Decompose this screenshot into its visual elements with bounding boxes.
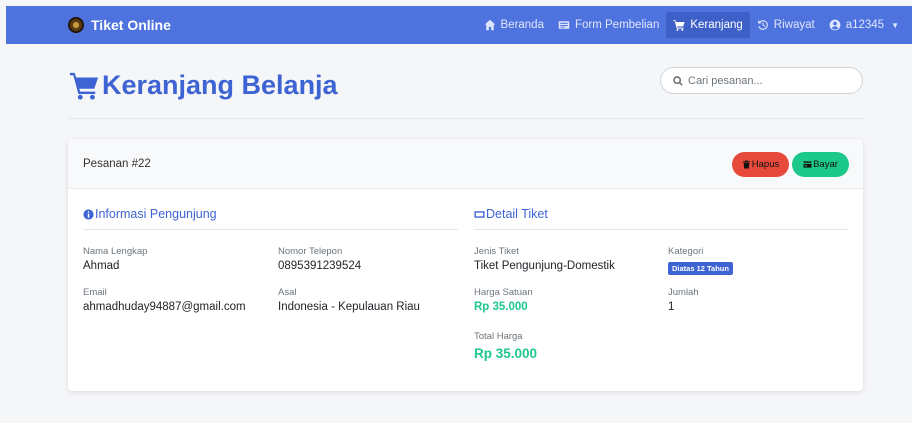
ticket-section-label: Detail Tiket: [486, 207, 548, 221]
field-value: Indonesia - Kepulauan Riau: [278, 301, 420, 313]
brand-title: Tiket Online: [91, 17, 171, 33]
field-value: ahmadhuday94887@gmail.com: [83, 301, 246, 313]
nav-links: Beranda Form Pembelian Keranjang Riwayat…: [477, 6, 907, 44]
info-circle-icon: [83, 208, 94, 220]
pay-button[interactable]: Bayar: [792, 152, 849, 177]
search-icon: [673, 75, 683, 86]
section-divider: [83, 229, 458, 230]
search-input[interactable]: [688, 74, 848, 87]
page-title-text: Keranjang Belanja: [102, 69, 338, 100]
order-card: Pesanan #22 Hapus Bayar Informasi Pengun…: [68, 139, 863, 391]
delete-button-label: Hapus: [751, 159, 780, 170]
field-label: Jumlah: [668, 287, 699, 298]
nav-item-label: Form Pembelian: [574, 19, 660, 31]
home-icon: [484, 19, 495, 31]
field-value: 1: [668, 301, 675, 313]
field-label: Nama Lengkap: [83, 246, 148, 257]
field-value: Ahmad: [83, 260, 120, 272]
field-value: 0895391239524: [278, 260, 362, 272]
nav-item-riwayat[interactable]: Riwayat: [750, 12, 822, 38]
trash-icon: [742, 160, 750, 169]
field-label: Harga Satuan: [474, 287, 533, 298]
nav-item-label: Riwayat: [773, 19, 815, 31]
field-email: Email ahmadhuday94887@gmail.com: [83, 287, 246, 315]
visitor-section-title: Informasi Pengunjung: [83, 207, 217, 221]
brand[interactable]: Tiket Online: [68, 6, 171, 44]
nav-item-form-pembelian[interactable]: Form Pembelian: [551, 12, 666, 38]
field-label: Asal: [278, 287, 297, 298]
visitor-section-label: Informasi Pengunjung: [95, 207, 217, 221]
field-ticket-type: Jenis Tiket Tiket Pengunjung-Domestik: [474, 246, 615, 274]
user-menu[interactable]: a12345 ▼: [822, 12, 906, 38]
field-label: Nomor Telepon: [278, 246, 343, 257]
field-total: Total Harga Rp 35.000: [474, 331, 537, 363]
field-category: Kategori Diatas 12 Tahun: [668, 246, 733, 276]
field-unit-price: Harga Satuan Rp 35.000: [474, 287, 533, 315]
field-value: Tiket Pengunjung-Domestik: [474, 260, 615, 272]
nav-item-label: Keranjang: [690, 19, 743, 31]
user-name: a12345: [845, 19, 885, 31]
field-phone: Nomor Telepon 0895391239524: [278, 246, 361, 274]
search-box: [660, 67, 863, 94]
user-circle-icon: [829, 19, 841, 31]
chevron-down-icon: ▼: [891, 20, 899, 30]
page-title: Keranjang Belanja: [68, 68, 338, 102]
field-label: Kategori: [668, 246, 704, 257]
field-label: Total Harga: [474, 331, 523, 342]
logo-icon: [68, 17, 84, 33]
nav-item-label: Beranda: [500, 19, 544, 31]
field-origin: Asal Indonesia - Kepulauan Riau: [278, 287, 420, 315]
form-icon: [558, 21, 570, 29]
delete-button[interactable]: Hapus: [732, 152, 789, 177]
pay-button-label: Bayar: [813, 159, 838, 170]
cart-icon: [673, 20, 685, 31]
header-divider: [68, 118, 863, 119]
category-badge: Diatas 12 Tahun: [668, 262, 733, 275]
field-label: Jenis Tiket: [474, 246, 519, 257]
nav-item-keranjang[interactable]: Keranjang: [666, 12, 750, 38]
field-quantity: Jumlah 1: [668, 287, 699, 315]
ticket-icon: [474, 210, 485, 218]
credit-card-icon: [803, 161, 812, 168]
field-label: Email: [83, 287, 107, 298]
field-value: Rp 35.000: [474, 301, 528, 313]
order-number: Pesanan #22: [83, 157, 151, 170]
nav-item-beranda[interactable]: Beranda: [477, 12, 551, 38]
history-icon: [757, 20, 768, 30]
cart-icon: [69, 72, 99, 100]
section-divider: [474, 229, 849, 230]
total-price: Rp 35.000: [474, 346, 538, 361]
field-name: Nama Lengkap Ahmad: [83, 246, 147, 274]
navbar: Tiket Online Beranda Form Pembelian Kera…: [6, 6, 912, 44]
ticket-section-title: Detail Tiket: [474, 207, 548, 221]
